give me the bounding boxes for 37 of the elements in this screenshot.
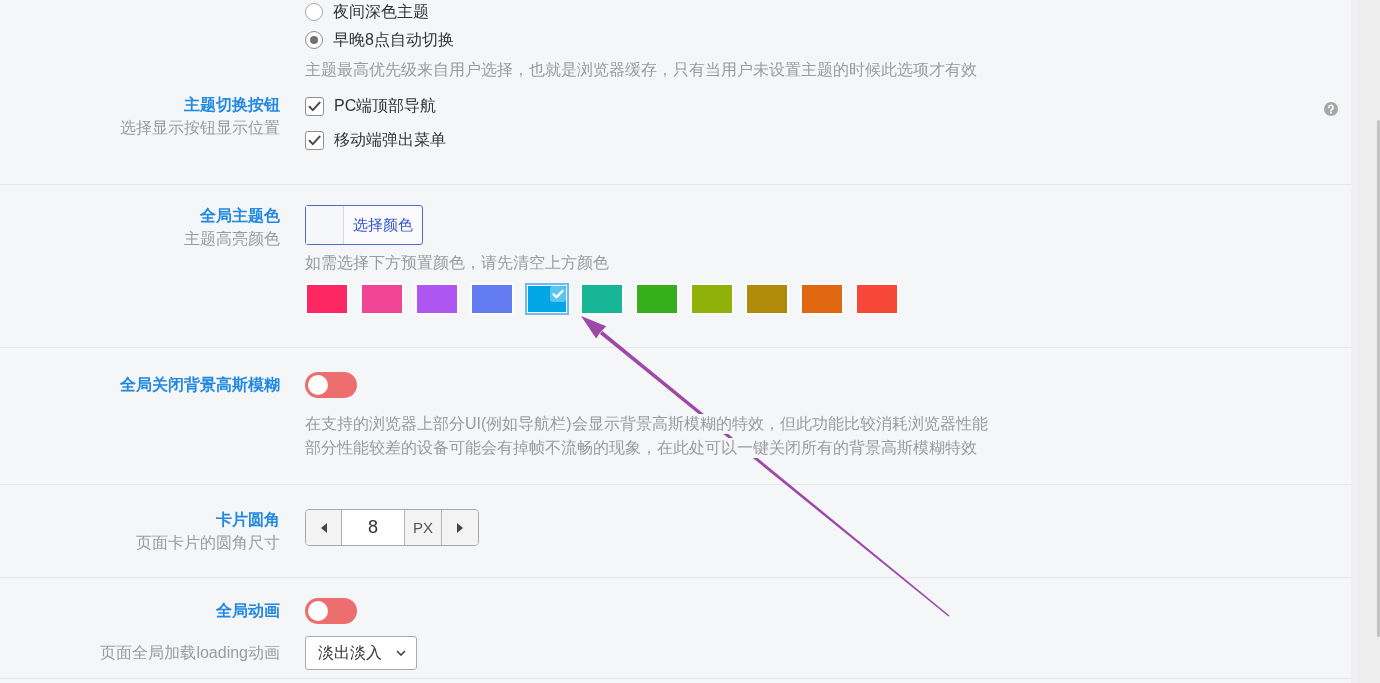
checkbox-label: PC端顶部导航 [334,96,437,116]
field-subtitle: 页面全局加载loading动画 [100,643,280,663]
decrement-button[interactable] [306,510,342,545]
checkbox-label: 移动端弹出菜单 [334,130,446,150]
toggle-switch[interactable] [305,372,357,398]
field-title: 全局主题色 [200,206,280,226]
hint-text: 如需选择下方预置颜色，请先清空上方颜色 [305,253,610,273]
color-swatch-icon[interactable] [525,283,569,315]
field-subtitle: 页面卡片的圆角尺寸 [136,533,280,553]
toggle-switch[interactable] [305,598,357,624]
hint-text: 主题最高优先级来自用户选择，也就是浏览器缓存，只有当用户未设置主题的时候此选项才有效 [305,60,977,80]
checkbox[interactable] [305,96,324,116]
chevron-down-icon [396,650,406,656]
radio-button[interactable] [305,31,323,49]
radio-label: 早晚8点自动切换 [333,30,454,50]
radio-label: 夜间深色主题 [333,2,429,22]
caret-left-icon [320,522,327,533]
field-title: 卡片圆角 [216,510,280,530]
radio-button[interactable] [305,3,323,21]
color-preview-icon [306,206,344,244]
select-dropdown[interactable]: 淡出淡入 [305,636,417,670]
color-picker-button[interactable]: 选择颜色 [305,205,423,245]
field-subtitle: 主题高亮颜色 [184,229,280,249]
description-text: 部分性能较差的设备可能会有掉帧不流畅的现象，在此处可以一键关闭所有的背景高斯模糊特效 [305,438,977,458]
scrollbar-thumb[interactable] [1377,120,1380,637]
checkbox[interactable] [305,130,324,150]
scrollbar[interactable] [1351,0,1380,683]
help-icon[interactable] [1324,102,1338,116]
field-title: 全局关闭背景高斯模糊 [120,375,280,395]
number-input[interactable]: 8 [342,510,405,545]
description-text: 在支持的浏览器上部分UI(例如导航栏)会显示背景高斯模糊的特效，但此功能比较消耗浏览器性能 [305,414,988,434]
caret-right-icon [457,522,463,533]
field-title: 主题切换按钮 [184,95,280,115]
number-stepper[interactable]: 8 PX [305,509,479,546]
field-title: 全局动画 [216,601,280,621]
field-subtitle: 选择显示按钮显示位置 [120,118,280,138]
check-icon [550,286,566,302]
